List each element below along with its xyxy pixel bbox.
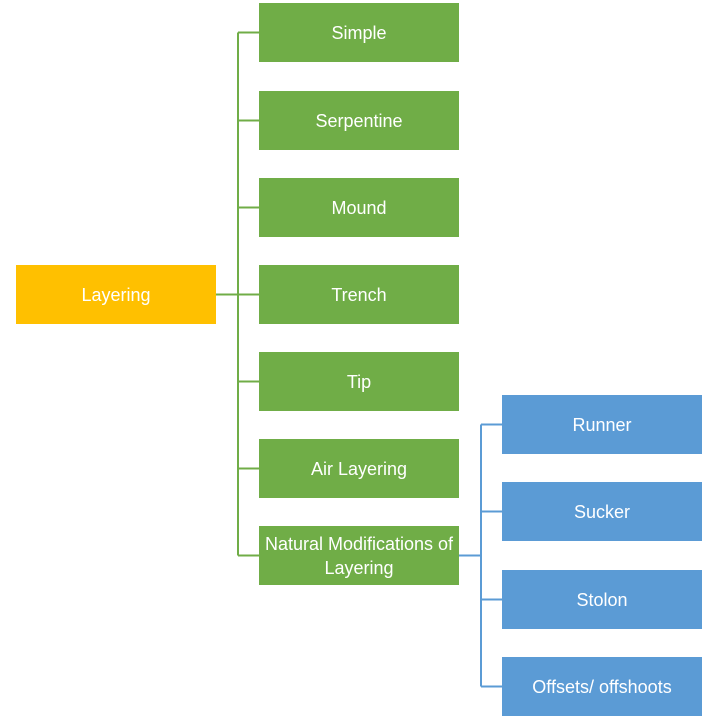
node-label: Stolon	[576, 589, 628, 610]
node-sucker: Sucker	[502, 482, 702, 541]
node-trench: Trench	[259, 265, 459, 324]
node-simple: Simple	[259, 3, 459, 62]
node-runner: Runner	[502, 395, 702, 454]
node-tip: Tip	[259, 352, 459, 411]
node-air-layering: Air Layering	[259, 439, 459, 498]
node-label: Mound	[331, 197, 387, 218]
node-natural-modifications: Natural Modifications of Layering	[259, 526, 459, 585]
node-label: Simple	[331, 22, 387, 43]
node-offsets-offshoots: Offsets/ offshoots	[502, 657, 702, 716]
node-mound: Mound	[259, 178, 459, 237]
node-layering: Layering	[16, 265, 216, 324]
blue-connectors	[459, 423, 502, 688]
node-label: Air Layering	[310, 458, 408, 479]
node-label: Tip	[346, 371, 372, 392]
node-label: Offsets/ offshoots	[532, 676, 672, 697]
node-serpentine: Serpentine	[259, 91, 459, 150]
node-label: Layering	[81, 284, 151, 305]
node-label: Runner	[572, 414, 632, 435]
node-label: Trench	[331, 284, 387, 305]
node-stolon: Stolon	[502, 570, 702, 629]
green-connectors	[216, 31, 259, 557]
node-label: Sucker	[573, 501, 631, 522]
node-label: Natural Modifications of Layering	[264, 533, 454, 578]
node-label: Serpentine	[315, 110, 403, 131]
